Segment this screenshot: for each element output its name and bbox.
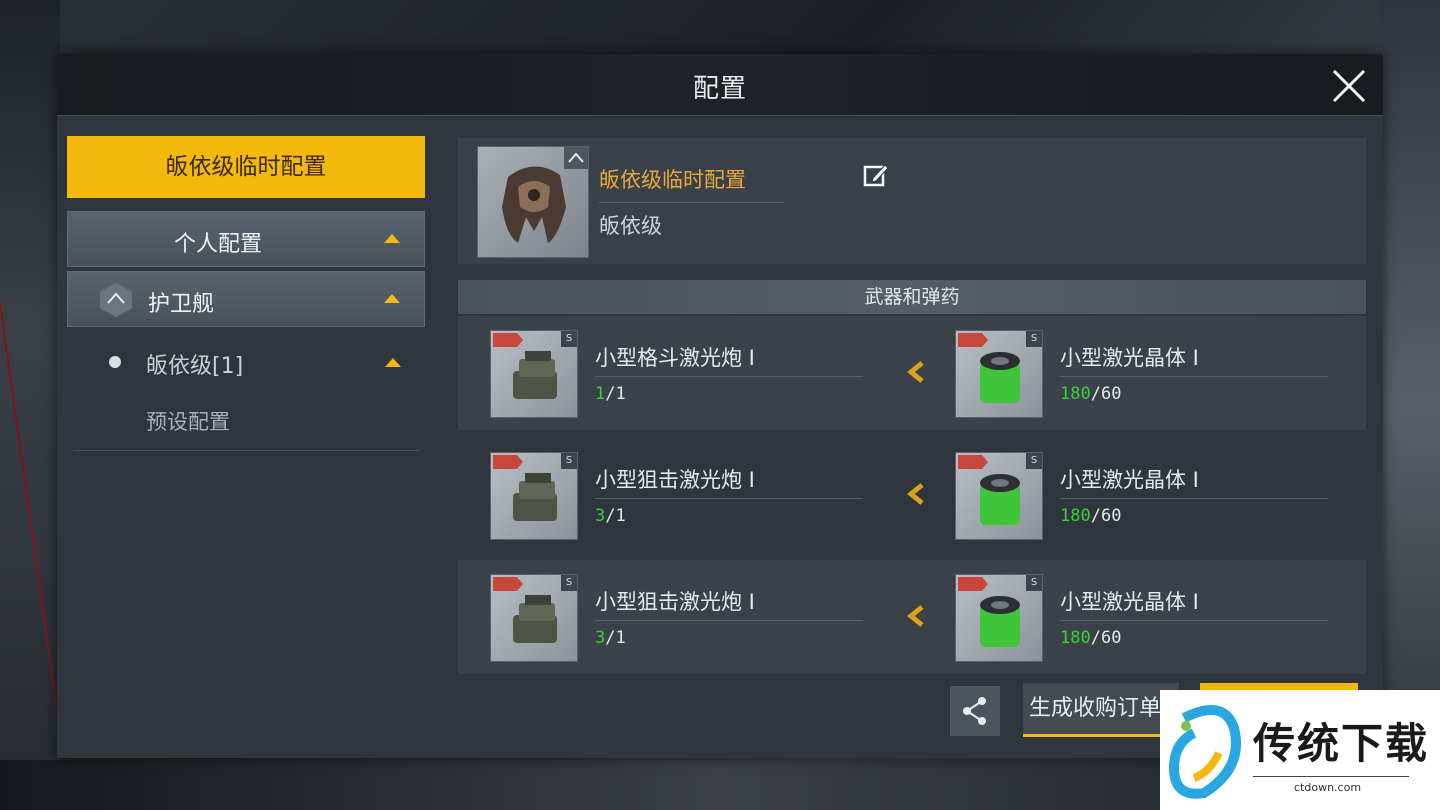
close-button[interactable] [1329, 66, 1369, 106]
create-buy-order-button[interactable]: 生成收购订单 [1023, 683, 1179, 737]
tree-category-label: 护卫舰 [148, 292, 215, 317]
weapon-slot-icon[interactable]: S [490, 452, 578, 540]
share-button[interactable] [950, 686, 1000, 736]
weapon-slot-row: S 小型狙击激光炮 I 3/1 S 小型激光晶体 I 180/60 [458, 438, 1366, 552]
tree-ship-entry[interactable]: 皈依级[1] [67, 334, 425, 390]
tree-category-frigate[interactable]: 护卫舰 [67, 271, 425, 327]
chevron-left-icon [907, 605, 924, 627]
weapon-name: 小型狙击激光炮 I [595, 468, 755, 492]
divider [1060, 498, 1328, 499]
weapon-name: 小型狙击激光炮 I [595, 590, 755, 614]
weapon-slot-icon[interactable]: S [490, 574, 578, 662]
ammo-count: 180/60 [1060, 506, 1122, 526]
weapon-count: 3/1 [595, 506, 626, 526]
ship-class: 皈依级 [599, 214, 662, 238]
weapon-slot-icon[interactable]: S [490, 330, 578, 418]
tech-tag-icon [958, 455, 988, 469]
background-left [0, 0, 60, 810]
divider [595, 498, 863, 499]
weapon-count: 3/1 [595, 628, 626, 648]
edit-icon [863, 164, 889, 187]
tech-tag-icon [493, 333, 523, 347]
ammo-slot-icon[interactable]: S [955, 452, 1043, 540]
hexagon-icon [100, 283, 132, 317]
weapon-name: 小型格斗激光炮 I [595, 346, 755, 370]
bullet-icon [109, 356, 121, 368]
tree-ship-label: 皈依级[1] [146, 354, 244, 379]
tree-personal-label: 个人配置 [174, 232, 263, 257]
share-icon [963, 697, 986, 725]
ammo-name: 小型激光晶体 I [1060, 346, 1199, 370]
watermark-logo [1168, 705, 1241, 799]
ammo-name: 小型激光晶体 I [1060, 468, 1199, 492]
dialog-header: 配置 [57, 54, 1383, 116]
ammo-count: 180/60 [1060, 628, 1122, 648]
divider [73, 450, 419, 451]
divider [595, 620, 863, 621]
ship-fitting-name: 皈依级临时配置 [599, 168, 746, 192]
chevron-up-icon [568, 152, 584, 163]
dialog-title: 配置 [692, 74, 747, 104]
close-icon [1332, 69, 1366, 103]
tech-tag-icon [958, 333, 988, 347]
background-right [1380, 0, 1440, 810]
divider [599, 202, 784, 203]
arrow-up-icon [384, 234, 400, 243]
divider [595, 376, 863, 377]
ammo-name: 小型激光晶体 I [1060, 590, 1199, 614]
watermark-url: ctdown.com [1294, 781, 1362, 794]
weapon-slot-row: S 小型格斗激光炮 I 1/1 S 小型激光晶体 I 180/60 [458, 316, 1366, 430]
size-badge: S [561, 331, 577, 347]
ammo-slot-icon[interactable]: S [955, 574, 1043, 662]
fitting-dialog: 配置 皈依级临时配置 个人配置 护卫舰 皈依级[1] 预设配置 皈依级临时配置 … [57, 54, 1383, 758]
collapse-caret[interactable] [564, 147, 588, 169]
ammo-slot-icon[interactable]: S [955, 330, 1043, 418]
tech-tag-icon [958, 577, 988, 591]
weapon-slot-row: S 小型狙击激光炮 I 3/1 S 小型激光晶体 I 180/60 [458, 560, 1366, 674]
size-badge: S [1026, 453, 1042, 469]
size-badge: S [1026, 331, 1042, 347]
ship-card: 皈依级临时配置 皈依级 [458, 138, 1366, 264]
edit-name-button[interactable] [861, 160, 891, 190]
tech-tag-icon [493, 455, 523, 469]
ship-image[interactable] [477, 146, 589, 258]
divider [1060, 620, 1328, 621]
tech-tag-icon [493, 577, 523, 591]
tree-preset-fitting[interactable]: 预设配置 [146, 406, 230, 436]
ammo-count: 180/60 [1060, 384, 1122, 404]
size-badge: S [561, 453, 577, 469]
arrow-up-icon [384, 294, 400, 303]
chevron-left-icon [907, 483, 924, 505]
watermark-text: 传统下载 [1253, 719, 1430, 768]
arrow-up-icon [385, 358, 401, 367]
divider [1060, 376, 1328, 377]
size-badge: S [561, 575, 577, 591]
tree-personal-fitting[interactable]: 个人配置 [67, 211, 425, 267]
divider [1253, 776, 1409, 777]
weapon-count: 1/1 [595, 384, 626, 404]
tab-temporary-fitting[interactable]: 皈依级临时配置 [67, 136, 425, 198]
weapons-section-header: 武器和弹药 [458, 280, 1366, 314]
chevron-left-icon [907, 361, 924, 383]
watermark: 传统下载 ctdown.com [1160, 690, 1440, 810]
size-badge: S [1026, 575, 1042, 591]
